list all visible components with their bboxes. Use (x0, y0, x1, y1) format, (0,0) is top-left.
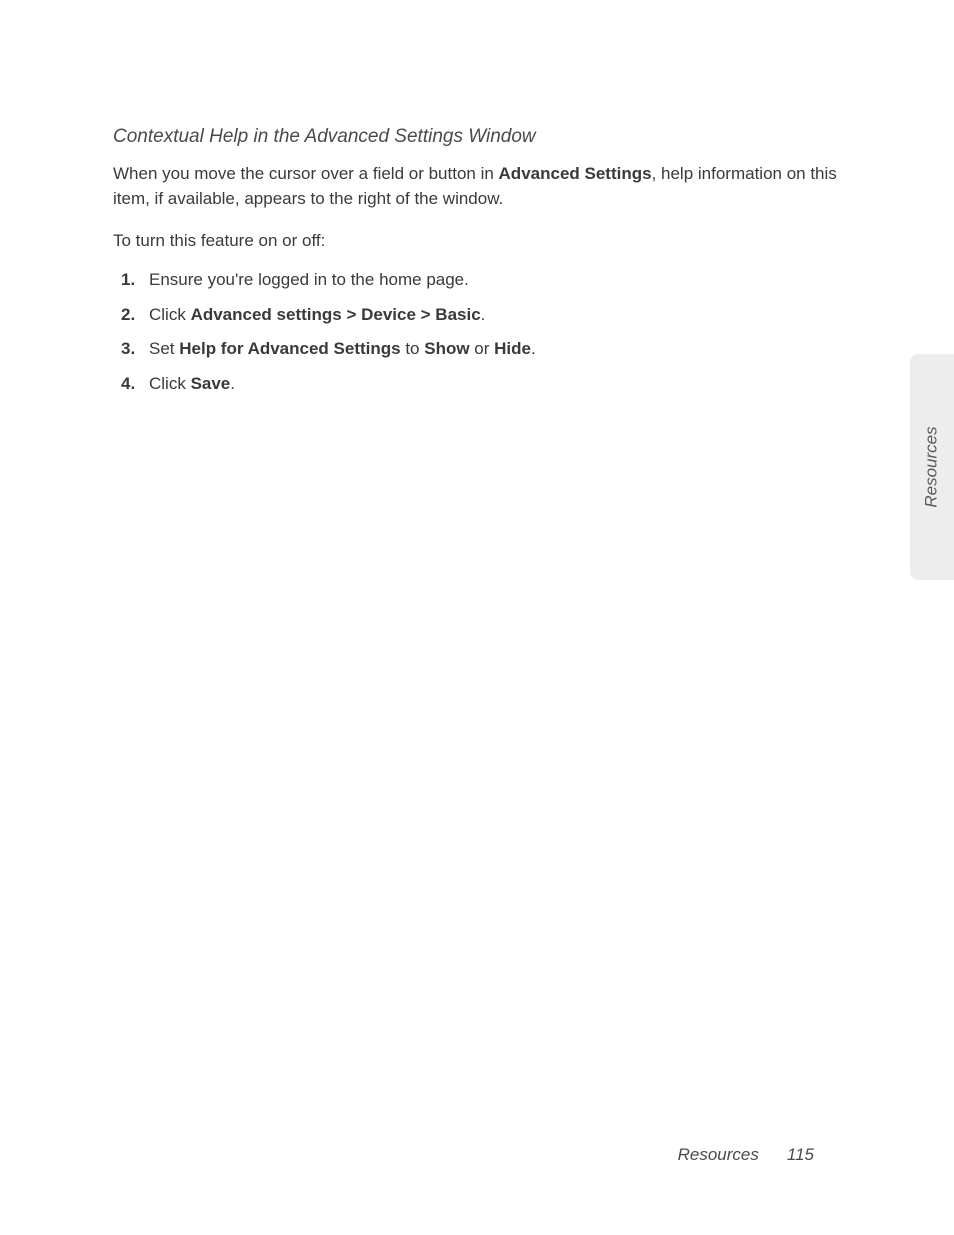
step-4: Click Save. (121, 372, 844, 397)
step-2-gt1: > (342, 305, 361, 324)
step-2-p2: . (481, 305, 486, 324)
step-4-p2: . (230, 374, 235, 393)
step-4-p1: Click (149, 374, 191, 393)
step-2: Click Advanced settings > Device > Basic… (121, 303, 844, 328)
step-2-p1: Click (149, 305, 191, 324)
step-3-b3: Hide (494, 339, 531, 358)
toggle-instruction: To turn this feature on or off: (113, 229, 844, 254)
section-heading: Contextual Help in the Advanced Settings… (113, 126, 844, 148)
step-2-b3: Basic (435, 305, 480, 324)
step-3-p3: or (470, 339, 495, 358)
steps-list: Ensure you're logged in to the home page… (113, 268, 844, 397)
step-2-b2: Device (361, 305, 416, 324)
step-2-b1: Advanced settings (191, 305, 342, 324)
intro-bold-term: Advanced Settings (499, 164, 652, 183)
step-3-p4: . (531, 339, 536, 358)
page-footer: Resources 115 (678, 1145, 814, 1165)
step-2-gt2: > (416, 305, 435, 324)
step-3-p2: to (401, 339, 425, 358)
step-1: Ensure you're logged in to the home page… (121, 268, 844, 293)
page-content: Contextual Help in the Advanced Settings… (0, 0, 954, 396)
side-tab-label: Resources (922, 426, 942, 507)
footer-section: Resources (678, 1145, 759, 1164)
step-1-text: Ensure you're logged in to the home page… (149, 270, 469, 289)
side-tab: Resources (910, 354, 954, 580)
intro-prefix: When you move the cursor over a field or… (113, 164, 499, 183)
step-3-b1: Help for Advanced Settings (179, 339, 400, 358)
step-3: Set Help for Advanced Settings to Show o… (121, 337, 844, 362)
footer-page-number: 115 (787, 1145, 814, 1164)
intro-paragraph: When you move the cursor over a field or… (113, 162, 844, 211)
step-4-b1: Save (191, 374, 231, 393)
step-3-b2: Show (424, 339, 469, 358)
step-3-p1: Set (149, 339, 179, 358)
